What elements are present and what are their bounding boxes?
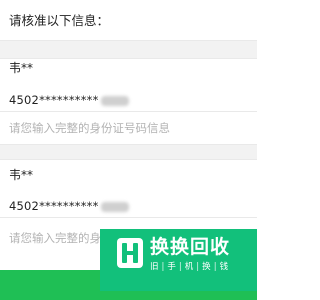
- section-gap: [0, 145, 257, 159]
- watermark-brand: 换换回收: [150, 236, 231, 258]
- blurred-redaction: [100, 201, 129, 212]
- person-2-id-text: 4502**********: [9, 199, 99, 213]
- h-logo-icon: [117, 238, 143, 268]
- divider: [0, 159, 257, 160]
- person-1-name: 韦**: [9, 61, 34, 75]
- person-1-id-input[interactable]: 请您输入完整的身份证号码信息: [0, 118, 257, 138]
- person-2-name: 韦**: [9, 168, 34, 182]
- person-1-id-text: 4502**********: [9, 93, 99, 107]
- form-heading: 请核准以下信息：: [9, 13, 110, 28]
- person-1-id-number: 4502**********: [0, 91, 257, 109]
- divider: [0, 217, 257, 218]
- section-gap: [0, 41, 257, 58]
- blurred-redaction: [100, 95, 129, 106]
- watermark-slogan: 旧 | 手 | 机 | 换 | 钱: [150, 262, 229, 272]
- person-2-id-number: 4502**********: [0, 197, 257, 215]
- divider: [0, 111, 257, 112]
